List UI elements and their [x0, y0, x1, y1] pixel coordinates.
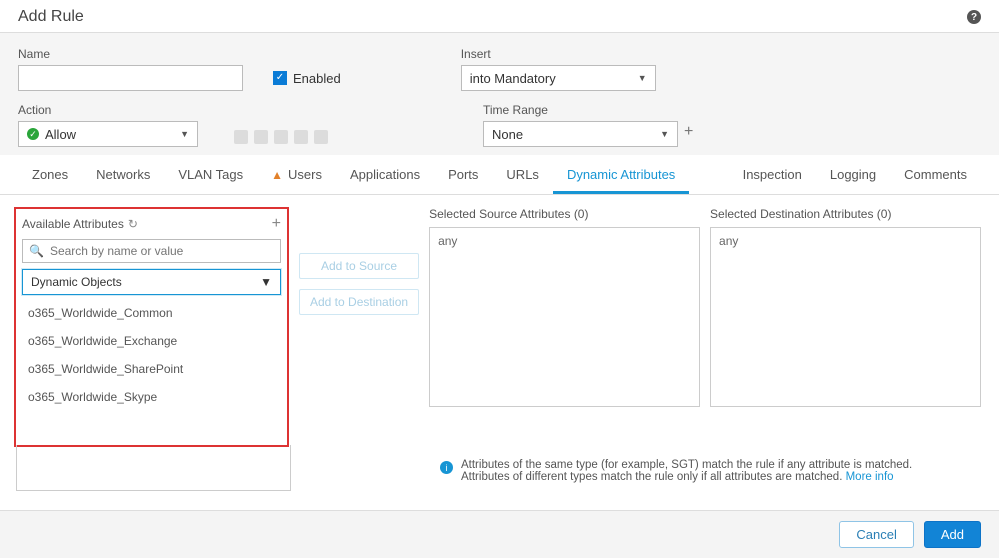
available-attributes-panel: Available Attributes ↻ + 🔍 Dynamic Objec…	[14, 207, 289, 447]
add-attribute-icon[interactable]: +	[272, 215, 281, 233]
search-icon: 🔍	[29, 244, 44, 258]
available-attributes-title: Available Attributes	[22, 217, 124, 231]
selected-source-label: Selected Source Attributes (0)	[429, 207, 700, 221]
enabled-label: Enabled	[293, 71, 341, 86]
time-range-label: Time Range	[483, 103, 693, 117]
insert-label: Insert	[461, 47, 656, 61]
chevron-down-icon: ▼	[180, 129, 189, 139]
list-item[interactable]: o365_Worldwide_Exchange	[22, 327, 281, 355]
warning-icon: ▲	[271, 168, 283, 182]
selected-source-value: any	[438, 234, 457, 248]
tab-strip: Zones Networks VLAN Tags ▲Users Applicat…	[0, 155, 999, 195]
tab-users[interactable]: ▲Users	[257, 155, 336, 194]
add-time-range-icon[interactable]: +	[684, 123, 693, 141]
tab-inspection[interactable]: Inspection	[729, 155, 816, 194]
cancel-button[interactable]: Cancel	[839, 521, 913, 548]
attribute-search-input[interactable]	[48, 243, 274, 259]
add-to-destination-button[interactable]: Add to Destination	[299, 289, 419, 315]
form-area: Name ✓ Enabled Insert into Mandatory ▼ A…	[0, 33, 999, 155]
tab-dynamic-attributes[interactable]: Dynamic Attributes	[553, 155, 689, 194]
chevron-down-icon: ▼	[260, 275, 272, 289]
shield-icon	[234, 130, 248, 144]
more-info-link[interactable]: More info	[846, 471, 894, 483]
name-label: Name	[18, 47, 243, 61]
insert-select[interactable]: into Mandatory ▼	[461, 65, 656, 91]
chevron-down-icon: ▼	[660, 129, 669, 139]
user-icon	[274, 130, 288, 144]
list-item[interactable]: o365_Worldwide_Skype	[22, 383, 281, 411]
attribute-type-value: Dynamic Objects	[31, 275, 122, 289]
name-input[interactable]	[18, 65, 243, 91]
list-icon	[314, 130, 328, 144]
enabled-checkbox[interactable]: ✓	[273, 71, 287, 85]
tab-logging[interactable]: Logging	[816, 155, 890, 194]
add-button[interactable]: Add	[924, 521, 981, 548]
tab-networks[interactable]: Networks	[82, 155, 164, 194]
action-icon-strip	[234, 130, 328, 144]
attribute-list-extension	[16, 445, 291, 491]
time-range-select[interactable]: None ▼	[483, 121, 678, 147]
tab-comments[interactable]: Comments	[890, 155, 981, 194]
attribute-type-select[interactable]: Dynamic Objects ▼	[22, 269, 281, 295]
info-icon: i	[440, 461, 453, 474]
mail-icon	[294, 130, 308, 144]
file-icon	[254, 130, 268, 144]
refresh-icon[interactable]: ↻	[128, 217, 138, 231]
action-label: Action	[18, 103, 198, 117]
add-to-source-button[interactable]: Add to Source	[299, 253, 419, 279]
chevron-down-icon: ▼	[638, 73, 647, 83]
tab-ports[interactable]: Ports	[434, 155, 492, 194]
attribute-list: o365_Worldwide_Common o365_Worldwide_Exc…	[22, 299, 281, 439]
list-item[interactable]: o365_Worldwide_SharePoint	[22, 355, 281, 383]
dialog-footer: Cancel Add	[0, 510, 999, 558]
tab-urls[interactable]: URLs	[492, 155, 553, 194]
time-range-value: None	[492, 127, 523, 142]
selected-source-box[interactable]: any	[429, 227, 700, 407]
insert-select-value: into Mandatory	[470, 71, 556, 86]
tab-vlan-tags[interactable]: VLAN Tags	[164, 155, 257, 194]
attribute-search[interactable]: 🔍	[22, 239, 281, 263]
help-icon[interactable]: ?	[967, 10, 981, 24]
dialog-title: Add Rule	[18, 8, 84, 26]
action-select[interactable]: ✓ Allow ▼	[18, 121, 198, 147]
selected-dest-value: any	[719, 234, 738, 248]
selected-dest-box[interactable]: any	[710, 227, 981, 407]
tab-zones[interactable]: Zones	[18, 155, 82, 194]
allow-icon: ✓	[27, 128, 39, 140]
tab-applications[interactable]: Applications	[336, 155, 434, 194]
action-select-value: Allow	[45, 127, 76, 142]
selected-dest-label: Selected Destination Attributes (0)	[710, 207, 981, 221]
list-item[interactable]: o365_Worldwide_Common	[22, 299, 281, 327]
